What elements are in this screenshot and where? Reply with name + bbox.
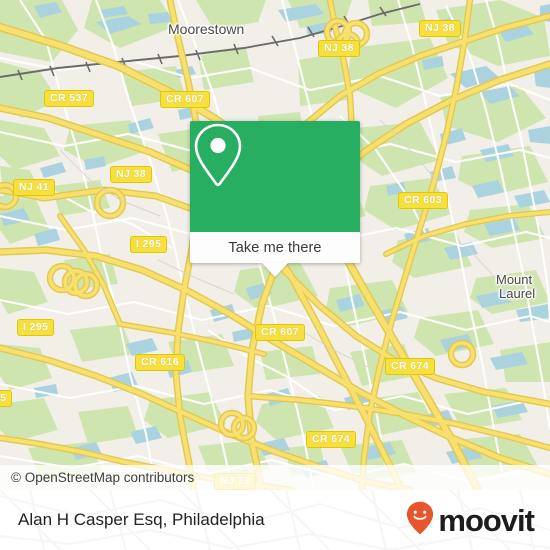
map-attribution-bar: © OpenStreetMap contributors [0, 465, 550, 490]
road-shield-cr607-b: CR 607 [255, 324, 306, 341]
moovit-wordmark: moovit [438, 502, 535, 538]
callout-pointer [262, 263, 288, 277]
take-me-there-button[interactable]: Take me there [190, 232, 360, 263]
road-shield-i295-a: I 295 [130, 236, 168, 253]
place-label-mount: Mount [496, 272, 533, 287]
place-label-moorestown: Moorestown [168, 21, 245, 37]
road-shield-cr674-a: CR 674 [385, 358, 436, 375]
road-shield-cr603: CR 603 [398, 192, 449, 209]
take-me-there-label: Take me there [228, 239, 322, 256]
map-screen: Moorestown Mount Laurel NJ 38 NJ 38 CR 5… [0, 0, 550, 550]
location-callout-card[interactable]: Take me there [190, 121, 360, 277]
road-shield-nj41: NJ 41 [13, 179, 56, 196]
road-shield-i295-b: I 295 [17, 319, 55, 336]
road-shield-nj38-a: NJ 38 [318, 40, 361, 57]
moovit-logo[interactable]: moovit [406, 490, 535, 550]
road-shield-nj38-b: NJ 38 [419, 20, 462, 37]
callout-icon-area [190, 121, 360, 232]
footer-bar: Alan H Casper Esq, Philadelphia moovit [0, 490, 550, 550]
road-shield-nj38-c: NJ 38 [110, 166, 153, 183]
place-label-laurel: Laurel [499, 286, 536, 301]
road-shield-cr607-a: CR 607 [160, 91, 211, 108]
road-shield-cr537: CR 537 [44, 90, 95, 107]
map-canvas[interactable]: Moorestown Mount Laurel NJ 38 NJ 38 CR 5… [0, 0, 550, 490]
road-shield-cr616: CR 616 [135, 354, 186, 371]
location-title: Alan H Casper Esq, Philadelphia [18, 510, 265, 529]
moovit-pin-smiley-icon [406, 501, 434, 540]
road-shield-i95-partial: 95 [0, 390, 13, 407]
road-shield-cr674-b: CR 674 [306, 431, 357, 448]
osm-attribution-text: © OpenStreetMap contributors [11, 470, 195, 485]
